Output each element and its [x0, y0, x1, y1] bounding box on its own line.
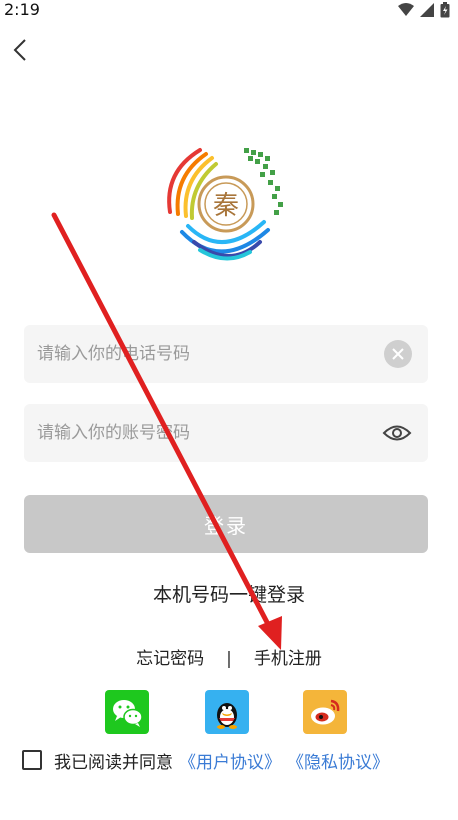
status-icons — [398, 2, 450, 18]
agreement-row: 我已阅读并同意 《用户协议》 《隐私协议》 — [22, 748, 389, 773]
forgot-password-link[interactable]: 忘记密码 — [136, 644, 204, 669]
status-bar: 2:19 — [0, 0, 458, 22]
privacy-agreement-link[interactable]: 《隐私协议》 — [287, 748, 389, 773]
qq-login-button[interactable] — [205, 690, 249, 734]
logo-seal-text: 秦 — [213, 191, 239, 221]
one-click-login-link[interactable]: 本机号码一键登录 — [0, 580, 458, 607]
wifi-icon — [398, 3, 414, 16]
phone-input[interactable] — [37, 325, 367, 383]
login-button[interactable]: 登录 — [24, 495, 428, 553]
clear-button[interactable] — [384, 340, 412, 368]
wechat-login-button[interactable] — [105, 690, 149, 734]
status-time: 2:19 — [4, 0, 40, 19]
qq-icon — [217, 703, 237, 729]
password-field — [24, 404, 428, 462]
password-input[interactable] — [37, 404, 367, 462]
register-link[interactable]: 手机注册 — [254, 644, 322, 669]
agreement-text: 我已阅读并同意 — [54, 752, 173, 773]
battery-icon — [440, 2, 450, 18]
chevron-left-icon — [13, 39, 26, 61]
agreement-checkbox[interactable] — [22, 750, 42, 770]
back-button[interactable] — [8, 36, 36, 64]
eye-icon — [382, 425, 412, 441]
account-links: 忘记密码 | 手机注册 — [0, 644, 458, 669]
weibo-login-button[interactable] — [303, 690, 347, 734]
close-icon — [392, 348, 404, 360]
phone-field — [24, 325, 428, 383]
links-separator: | — [226, 649, 232, 669]
app-logo: 秦 — [167, 148, 283, 261]
signal-icon — [420, 3, 434, 17]
user-agreement-link[interactable]: 《用户协议》 — [179, 748, 281, 773]
weibo-icon — [311, 699, 340, 725]
toggle-password-visibility-button[interactable] — [382, 422, 412, 444]
wechat-icon — [113, 700, 143, 727]
